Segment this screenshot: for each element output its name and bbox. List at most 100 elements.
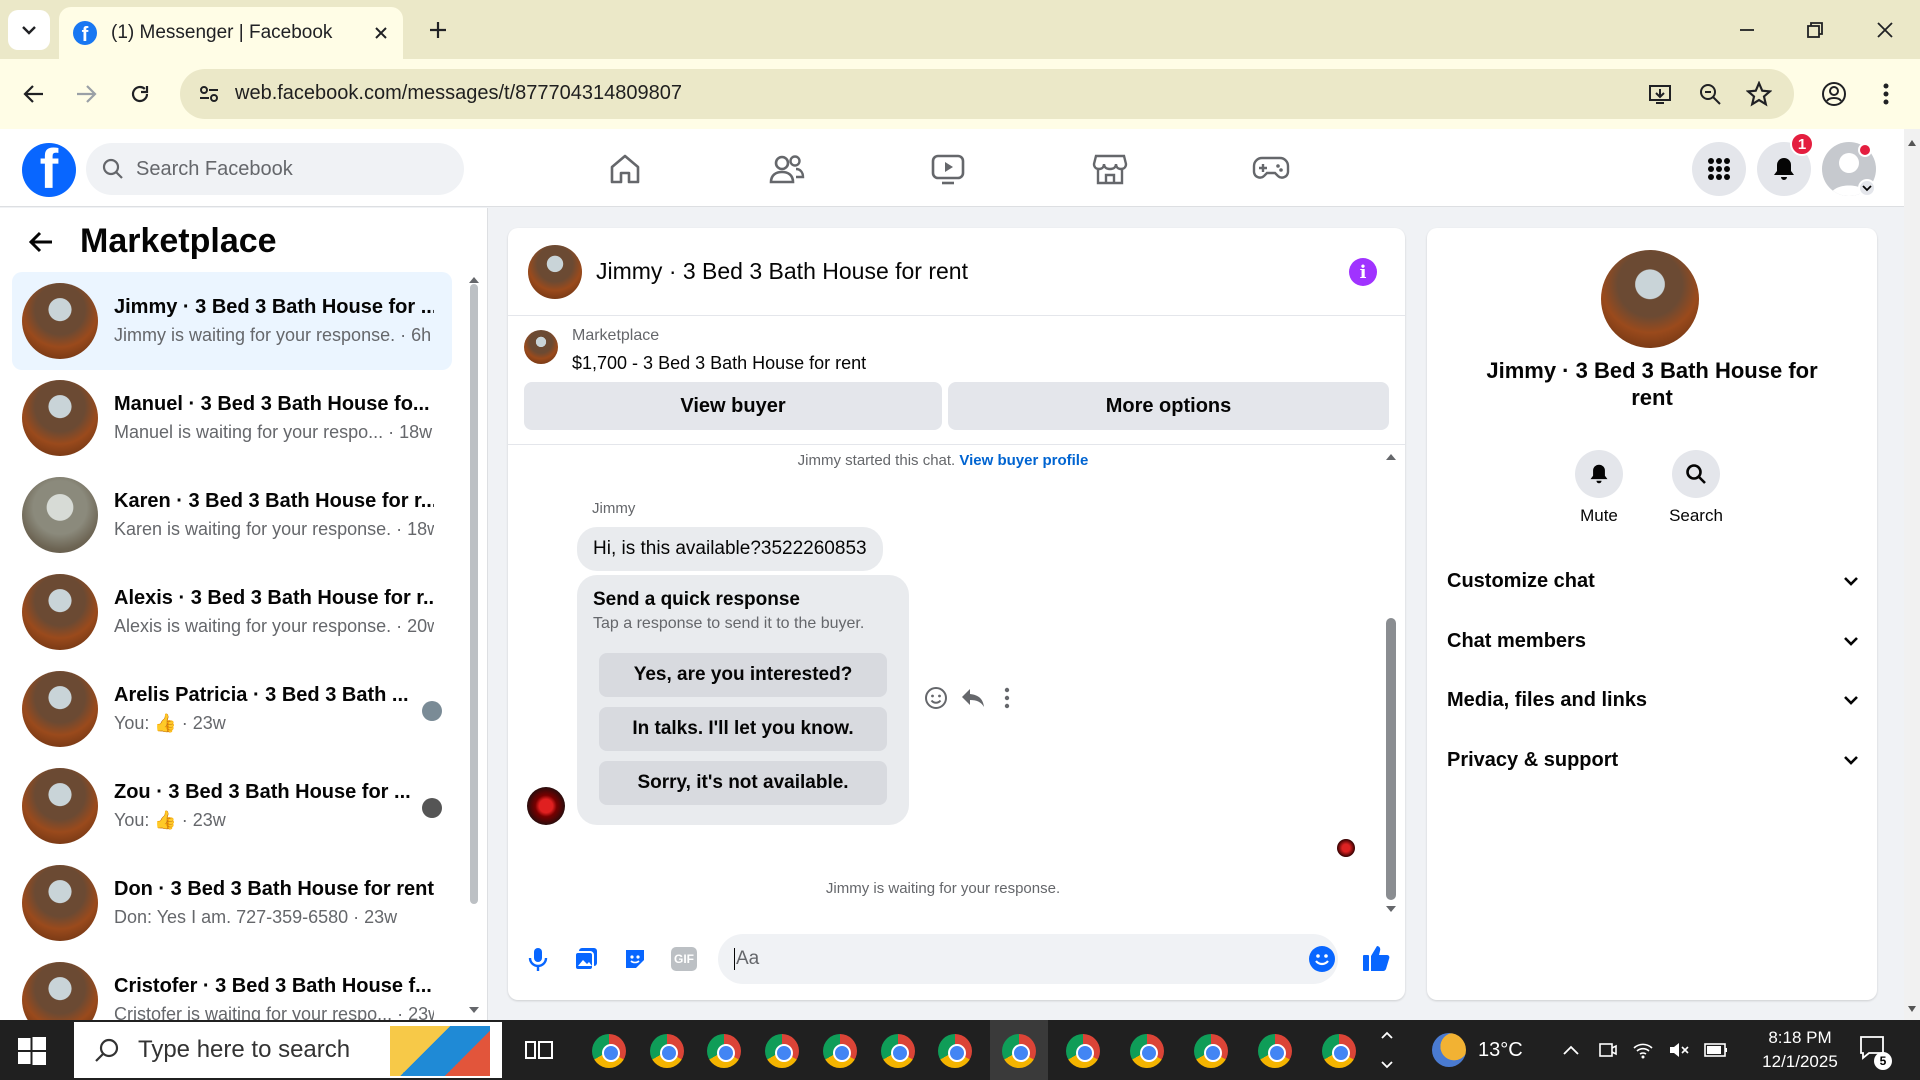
thumbs-up-icon[interactable] (1361, 943, 1391, 973)
browser-menu-button[interactable] (1866, 59, 1906, 129)
chat-title[interactable]: Jimmy · 3 Bed 3 Bath House for rent (596, 258, 968, 285)
back-arrow-icon[interactable] (28, 230, 54, 254)
scroll-down-arrow-icon[interactable] (1385, 905, 1397, 913)
sticker-icon[interactable] (622, 946, 648, 972)
conversation-item[interactable]: Alexis · 3 Bed 3 Bath House for r... Alex… (12, 563, 452, 661)
chrome-taskbar-icon[interactable] (1194, 1034, 1228, 1068)
customize-chat-section[interactable]: Customize chat (1447, 559, 1859, 603)
start-button[interactable] (18, 1037, 46, 1065)
conversation-item[interactable]: Arelis Patricia · 3 Bed 3 Bath ... You: 👍… (12, 660, 452, 758)
taskbar-overflow-arrows[interactable] (1380, 1026, 1394, 1074)
conversation-item[interactable]: Don · 3 Bed 3 Bath House for rent Don: Ye… (12, 854, 452, 952)
sidebar-scrollbar[interactable] (470, 284, 478, 904)
address-bar[interactable]: web.facebook.com/messages/t/877704314809… (180, 69, 1794, 119)
conversation-item[interactable]: Cristofer · 3 Bed 3 Bath House f... Crist… (12, 951, 452, 1020)
weather-widget[interactable]: 13°C (1432, 1020, 1523, 1080)
task-view-button[interactable] (524, 1036, 554, 1064)
profile-button[interactable] (1812, 59, 1856, 129)
more-vertical-icon[interactable] (1004, 687, 1010, 709)
quick-response-card: Send a quick response Tap a response to … (577, 575, 909, 825)
chrome-taskbar-icon[interactable] (1130, 1034, 1164, 1068)
details-avatar[interactable] (1601, 250, 1699, 348)
search-in-chat-button[interactable] (1672, 450, 1720, 498)
chat-avatar[interactable] (528, 244, 582, 299)
forward-button[interactable] (64, 59, 108, 129)
chat-scrollbar[interactable] (1386, 618, 1396, 900)
close-window-button[interactable] (1860, 0, 1910, 59)
quick-reply-not-available-button[interactable]: Sorry, it's not available. (599, 761, 887, 805)
view-buyer-profile-link[interactable]: View buyer profile (959, 452, 1088, 469)
conversation-item[interactable]: Karen · 3 Bed 3 Bath House for r... Karen… (12, 466, 452, 564)
scroll-down-arrow-icon[interactable] (468, 1006, 480, 1014)
mute-button[interactable] (1575, 450, 1623, 498)
browser-tab[interactable]: f (1) Messenger | Facebook (59, 7, 403, 59)
search-facebook-input[interactable]: Search Facebook (86, 143, 464, 195)
nav-friends[interactable] (757, 147, 817, 191)
media-files-links-section[interactable]: Media, files and links (1447, 678, 1859, 722)
scroll-up-arrow-icon[interactable] (1385, 453, 1397, 461)
chrome-taskbar-icon[interactable] (1258, 1034, 1292, 1068)
taskbar-search-input[interactable]: Type here to search (74, 1022, 502, 1078)
view-buyer-button[interactable]: View buyer (524, 382, 942, 430)
message-input[interactable]: Aa (718, 934, 1338, 984)
chevron-up-icon[interactable] (1562, 1044, 1580, 1056)
zoom-icon[interactable] (1698, 82, 1722, 106)
new-tab-button[interactable] (418, 0, 458, 59)
photo-gallery-icon[interactable] (573, 946, 599, 972)
conversation-item[interactable]: Jimmy · 3 Bed 3 Bath House for ... Jimmy … (12, 272, 452, 370)
gif-icon[interactable]: GIF (671, 947, 697, 971)
info-icon[interactable]: i (1349, 258, 1377, 286)
marketplace-icon (1092, 154, 1128, 185)
chrome-taskbar-icon[interactable] (823, 1034, 857, 1068)
more-options-button[interactable]: More options (948, 382, 1389, 430)
chrome-taskbar-icon[interactable] (1322, 1034, 1356, 1068)
wifi-icon[interactable] (1632, 1040, 1654, 1060)
volume-muted-icon[interactable] (1668, 1040, 1690, 1060)
bookmark-star-icon[interactable] (1746, 81, 1772, 107)
message-bubble[interactable]: Hi, is this available?3522260853 (577, 527, 883, 571)
quick-reply-talks-button[interactable]: In talks. I'll let you know. (599, 707, 887, 751)
chat-members-section[interactable]: Chat members (1447, 619, 1859, 663)
scroll-up-arrow-icon[interactable] (1907, 139, 1917, 147)
chrome-taskbar-icon[interactable] (938, 1034, 972, 1068)
nav-watch[interactable] (918, 147, 978, 191)
battery-icon[interactable] (1704, 1042, 1728, 1058)
restore-button[interactable] (1790, 0, 1840, 59)
reload-button[interactable] (118, 59, 162, 129)
conversation-item[interactable]: Zou · 3 Bed 3 Bath House for ... You: 👍 ·… (12, 757, 452, 855)
page-scrollbar[interactable] (1904, 129, 1920, 1020)
conversation-name: Manuel · 3 Bed 3 Bath House fo... (114, 393, 430, 415)
chrome-taskbar-icon[interactable] (1002, 1034, 1036, 1068)
scroll-down-arrow-icon[interactable] (1907, 1005, 1917, 1013)
account-chevron[interactable] (1858, 179, 1876, 197)
nav-marketplace[interactable] (1080, 147, 1140, 191)
tab-search-button[interactable] (8, 10, 50, 50)
chrome-taskbar-icon[interactable] (650, 1034, 684, 1068)
emoji-icon[interactable] (1308, 945, 1336, 973)
nav-gaming[interactable] (1241, 147, 1301, 191)
install-app-icon[interactable] (1648, 82, 1672, 106)
react-emoji-icon[interactable] (924, 686, 948, 710)
sender-avatar[interactable] (527, 787, 565, 825)
clock[interactable]: 8:18 PM 12/1/2025 (1740, 1026, 1860, 1074)
reply-icon[interactable] (960, 686, 986, 710)
conversation-item[interactable]: Manuel · 3 Bed 3 Bath House fo... Manuel … (12, 369, 452, 467)
quick-reply-yes-button[interactable]: Yes, are you interested? (599, 653, 887, 697)
nav-home[interactable] (595, 147, 655, 191)
meet-now-icon[interactable] (1598, 1040, 1618, 1060)
close-tab-icon[interactable] (373, 25, 389, 41)
facebook-logo[interactable]: f (22, 143, 76, 197)
chrome-taskbar-icon[interactable] (881, 1034, 915, 1068)
menu-grid-button[interactable] (1692, 142, 1746, 196)
microphone-icon[interactable] (526, 946, 550, 972)
back-button[interactable] (12, 59, 56, 129)
scroll-up-arrow-icon[interactable] (468, 276, 480, 284)
site-settings-icon[interactable] (198, 83, 220, 105)
chrome-taskbar-icon[interactable] (592, 1034, 626, 1068)
chrome-taskbar-icon[interactable] (707, 1034, 741, 1068)
minimize-button[interactable] (1722, 0, 1772, 59)
listing-title[interactable]: $1,700 - 3 Bed 3 Bath House for rent (572, 353, 866, 374)
privacy-support-section[interactable]: Privacy & support (1447, 738, 1859, 782)
chrome-taskbar-icon[interactable] (765, 1034, 799, 1068)
chrome-taskbar-icon[interactable] (1066, 1034, 1100, 1068)
